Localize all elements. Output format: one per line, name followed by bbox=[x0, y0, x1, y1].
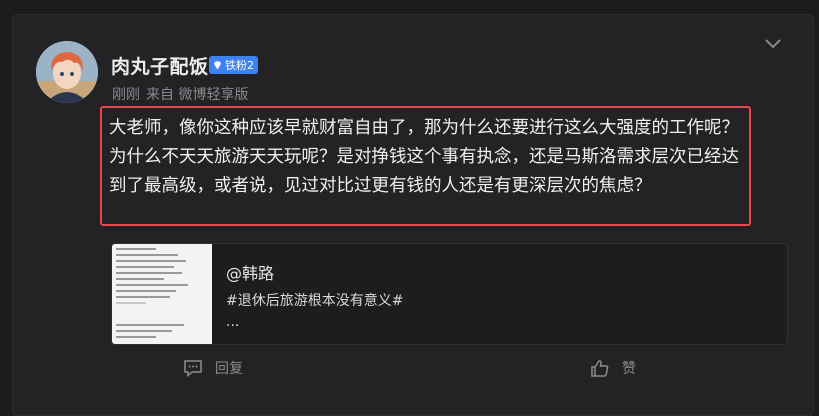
avatar[interactable] bbox=[36, 41, 98, 103]
repost-thumbnail[interactable] bbox=[112, 244, 212, 344]
reply-button[interactable]: 回复 bbox=[183, 358, 243, 378]
post-meta: 刚刚 来自 微博轻享版 bbox=[112, 84, 248, 104]
like-label: 赞 bbox=[622, 361, 636, 377]
diamond-icon bbox=[213, 60, 222, 70]
repost-ellipsis: ... bbox=[226, 314, 240, 330]
reply-label: 回复 bbox=[215, 361, 243, 377]
repost-author[interactable]: @韩路 bbox=[226, 260, 274, 284]
fan-badge[interactable]: 铁粉2 bbox=[209, 56, 258, 74]
post-text: 大老师，像你这种应该早就财富自由了，那为什么还要进行这么大强度的工作呢？为什么不… bbox=[100, 106, 751, 226]
fan-badge-label: 铁粉2 bbox=[225, 59, 254, 72]
comment-icon bbox=[184, 360, 202, 377]
repost-card[interactable]: @韩路 #退休后旅游根本没有意义# ... bbox=[111, 243, 788, 345]
post-source: 来自 微博轻享版 bbox=[146, 87, 249, 103]
like-button[interactable]: 赞 bbox=[590, 358, 636, 378]
thumbs-up-icon bbox=[591, 359, 609, 377]
repost-hashtag[interactable]: #退休后旅游根本没有意义# bbox=[226, 290, 403, 310]
post-time[interactable]: 刚刚 bbox=[112, 87, 140, 103]
author-name[interactable]: 肉丸子配饭 bbox=[111, 52, 209, 79]
chevron-down-icon[interactable] bbox=[764, 38, 782, 50]
